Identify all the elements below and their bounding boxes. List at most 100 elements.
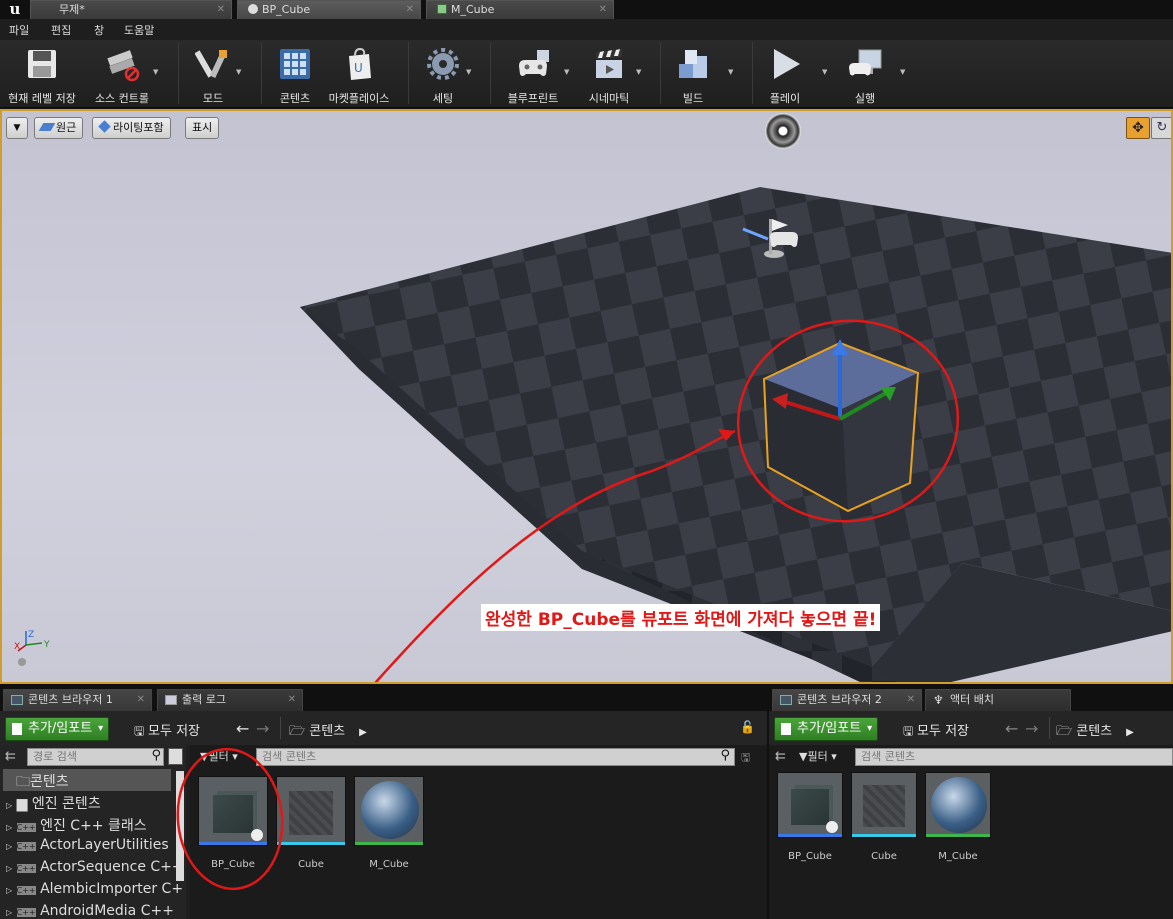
annotation-asset-circle <box>176 747 284 891</box>
show-button[interactable]: 표시 <box>185 117 220 139</box>
content-grid-icon <box>280 49 310 79</box>
expand-arrow-icon[interactable]: ▷ <box>6 823 12 832</box>
close-icon[interactable]: ✕ <box>406 1 414 18</box>
source-control-icon <box>107 50 140 82</box>
asset-search-input[interactable]: 검색 콘텐츠 <box>855 748 1173 766</box>
scene-render[interactable] <box>2 111 1173 684</box>
path-label: 콘텐츠 <box>309 724 346 739</box>
launch-label: 실행 <box>854 92 876 105</box>
lit-mode-button[interactable]: 라이팅포함 <box>92 117 171 139</box>
modes-button[interactable]: 모드 <box>188 44 238 105</box>
expand-arrow-icon[interactable]: ▷ <box>6 842 12 851</box>
chevron-down-icon[interactable]: ▼ <box>636 68 641 76</box>
cinematics-button[interactable]: 시네마틱 <box>582 44 636 105</box>
tab-bp-cube[interactable]: BP_Cube ✕ <box>237 0 421 19</box>
settings-button[interactable]: 세팅 <box>420 44 466 105</box>
tab-content-browser-1[interactable]: 콘텐츠 브라우저 1 ✕ <box>3 689 152 711</box>
menu-edit[interactable]: 편집 <box>51 22 71 38</box>
move-tool-icon[interactable]: ✥ <box>1126 117 1150 139</box>
browser-toolbar: 추가/임포트 🖫 모두 저장 ← → 🗁 콘텐츠 ▶ 🔓 <box>0 711 767 745</box>
toolbar-divider <box>280 717 281 739</box>
chevron-down-icon[interactable]: ▼ <box>564 68 569 76</box>
tree-toggle-icon[interactable]: ⇇ <box>775 749 786 764</box>
expand-arrow-icon[interactable]: ▷ <box>6 801 12 810</box>
close-icon[interactable]: ✕ <box>907 690 915 710</box>
source-control-button[interactable]: 소스 컨트롤 <box>90 44 154 105</box>
chevron-down-icon[interactable]: ▼ <box>900 68 905 76</box>
chevron-down-icon[interactable]: ▼ <box>236 68 241 76</box>
tree-item-alembicimporter[interactable]: ▷ C++ AlembicImporter C+ <box>6 881 183 897</box>
asset-search-input[interactable]: 검색 콘텐츠 ⚲ <box>256 748 735 766</box>
play-button[interactable]: 플레이 <box>760 44 810 105</box>
expand-arrow-icon[interactable]: ▷ <box>6 908 12 917</box>
perspective-button[interactable]: 원근 <box>34 117 84 139</box>
tree-toggle-icon[interactable]: ⇇ <box>5 749 16 764</box>
asset-type-stripe <box>926 834 990 837</box>
tree-item-content[interactable]: 🗀콘텐츠 <box>16 771 69 795</box>
launch-button[interactable]: 실행 <box>838 44 892 105</box>
path-search-input[interactable]: 경로 검색 ⚲ <box>27 748 164 766</box>
place-actors-icon: ♆ <box>933 693 944 707</box>
tab-content-browser-2[interactable]: 콘텐츠 브라우저 2 ✕ <box>772 689 922 711</box>
expand-arrow-icon[interactable]: ▷ <box>6 864 12 873</box>
tab-output-log[interactable]: 출력 로그 ✕ <box>157 689 303 711</box>
close-icon[interactable]: ✕ <box>217 1 225 18</box>
tree-item-engine-cpp[interactable]: ▷ C++ 엔진 C++ 클래스 <box>6 815 147 835</box>
asset-m-cube[interactable] <box>354 776 424 846</box>
asset-bp-cube[interactable] <box>777 772 843 838</box>
build-button[interactable]: 빌드 <box>670 44 716 105</box>
source-control-label: 소스 컨트롤 <box>94 92 150 105</box>
tab-place-actors[interactable]: ♆ 액터 배치 <box>925 689 1071 711</box>
content-browser-icon <box>11 695 23 705</box>
back-arrow-icon[interactable]: ← <box>236 719 249 738</box>
close-icon[interactable]: ✕ <box>288 690 296 710</box>
tree-item-engine-content[interactable]: ▷ ▆ 엔진 콘텐츠 <box>6 793 101 813</box>
content-button[interactable]: 콘텐츠 <box>270 44 320 105</box>
svg-text:U: U <box>354 61 363 75</box>
path-breadcrumb[interactable]: 🗁 콘텐츠 ▶ <box>289 720 367 744</box>
modes-label: 모드 <box>202 92 224 105</box>
tree-item-actorlayerutilities[interactable]: ▷ C++ ActorLayerUtilities <box>6 837 169 853</box>
filter-button[interactable]: ▼필터 ▾ <box>799 748 837 766</box>
asset-cube[interactable] <box>851 772 917 838</box>
rotate-tool-icon[interactable]: ↻ <box>1151 117 1171 139</box>
chevron-down-icon[interactable]: ▼ <box>728 68 733 76</box>
forward-arrow-icon[interactable]: → <box>256 719 269 738</box>
asset-m-cube[interactable] <box>925 772 991 838</box>
tab-m-cube[interactable]: M_Cube ✕ <box>426 0 614 19</box>
axis-x-label: X <box>14 642 20 652</box>
save-search-icon[interactable]: 🖫 <box>741 749 750 768</box>
forward-arrow-icon[interactable]: → <box>1025 719 1038 738</box>
tree-item-actorsequence[interactable]: ▷ C++ ActorSequence C++ <box>6 859 184 875</box>
close-icon[interactable]: ✕ <box>137 690 145 710</box>
chevron-down-icon[interactable]: ▼ <box>466 68 471 76</box>
browser-toolbar: 추가/임포트 🖫 모두 저장 ← → 🗁 콘텐츠 ▶ <box>769 711 1173 745</box>
blueprints-button[interactable]: 블루프린트 <box>500 44 566 105</box>
save-all-button[interactable]: 🖫 모두 저장 <box>134 720 200 743</box>
asset-name: Cube <box>871 851 897 862</box>
level-viewport[interactable]: ▼ 원근 라이팅포함 표시 ✥ ↻ Z X Y 완성한 BP_Cube를 뷰포트… <box>0 109 1173 684</box>
modes-icon <box>194 50 227 79</box>
add-import-button[interactable]: 추가/임포트 <box>774 717 879 741</box>
bottom-panels: 콘텐츠 브라우저 1 ✕ 출력 로그 ✕ 추가/임포트 🖫 모두 저장 ← → … <box>0 684 1173 919</box>
chevron-down-icon[interactable]: ▼ <box>153 68 158 76</box>
marketplace-button[interactable]: U 마켓플레이스 <box>324 44 394 105</box>
save-all-button[interactable]: 🖫 모두 저장 <box>903 720 969 743</box>
tab-level[interactable]: 무제* ✕ <box>30 0 232 19</box>
expand-arrow-icon[interactable]: ▷ <box>6 886 12 895</box>
cpp-icon: C++ <box>16 842 36 851</box>
menu-file[interactable]: 파일 <box>9 22 29 38</box>
realtime-sphere-icon[interactable] <box>765 113 801 149</box>
path-breadcrumb[interactable]: 🗁 콘텐츠 ▶ <box>1056 720 1134 744</box>
menu-help[interactable]: 도움말 <box>124 22 154 38</box>
lock-icon[interactable]: 🔓 <box>740 720 755 734</box>
chevron-down-icon[interactable]: ▼ <box>822 68 827 76</box>
close-icon[interactable]: ✕ <box>599 1 607 18</box>
show-label: 표시 <box>192 121 213 134</box>
viewport-options-dropdown[interactable]: ▼ <box>6 117 28 139</box>
tree-item-androidmedia[interactable]: ▷ C++ AndroidMedia C++ <box>6 903 174 919</box>
add-import-button[interactable]: 추가/임포트 <box>5 717 110 741</box>
save-level-button[interactable]: 현재 레벨 저장 <box>4 44 80 105</box>
back-arrow-icon[interactable]: ← <box>1005 719 1018 738</box>
menu-window[interactable]: 창 <box>94 22 104 38</box>
